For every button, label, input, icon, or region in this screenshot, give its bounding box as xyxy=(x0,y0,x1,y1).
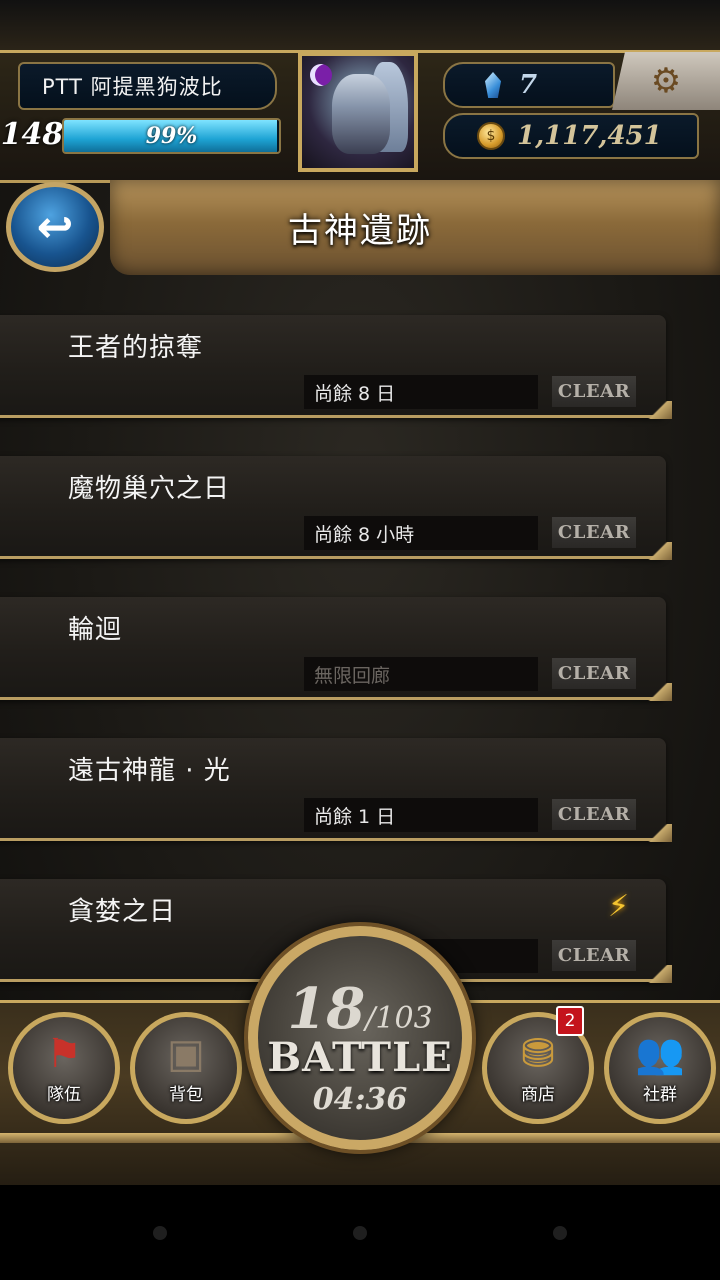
system-recents-dot[interactable] xyxy=(553,1226,567,1240)
stage-name: 遠古神龍 · 光 xyxy=(68,756,231,786)
stage-item[interactable]: 輪迴 無限回廊 CLEAR xyxy=(0,597,672,701)
backpack-icon: ▣ xyxy=(167,1030,205,1077)
gem-count: 7 xyxy=(519,70,538,100)
stage-item[interactable]: 王者的掠奪 尚餘 8 日 CLEAR xyxy=(0,315,672,419)
stage-status-text: 尚餘 1 日 xyxy=(314,805,396,828)
shop-notification-badge: 2 xyxy=(556,1006,584,1036)
page-title: 古神遺跡 xyxy=(288,211,432,251)
stage-item[interactable]: 遠古神龍 · 光 尚餘 1 日 CLEAR xyxy=(0,738,672,842)
moon-icon xyxy=(310,64,332,86)
energy-current: 18 xyxy=(287,976,366,1042)
treasure-chest-icon: ⛃ xyxy=(521,1030,555,1077)
gem-counter[interactable]: 7 xyxy=(443,62,615,108)
energy-timer: 04:36 xyxy=(312,1082,408,1117)
social-label: 社群 xyxy=(643,1084,677,1105)
bag-label: 背包 xyxy=(169,1084,203,1105)
back-arrow-icon: ↩ xyxy=(36,201,74,253)
stage-status-text: 尚餘 8 小時 xyxy=(314,523,415,546)
clear-badge: CLEAR xyxy=(552,658,636,689)
battle-label: BATTLE xyxy=(267,1034,453,1081)
stage-name: 貪婪之日 xyxy=(68,897,177,927)
bag-button[interactable]: ▣ 背包 xyxy=(130,1012,242,1124)
stage-status-text: 尚餘 8 日 xyxy=(314,382,396,405)
system-home-dot[interactable] xyxy=(353,1226,367,1240)
system-back-dot[interactable] xyxy=(153,1226,167,1240)
clear-badge: CLEAR xyxy=(552,940,636,971)
settings-button[interactable]: ⚙ xyxy=(612,52,720,110)
player-name-plate[interactable]: PTT 阿提黑狗波比 xyxy=(18,62,277,110)
coin-counter: $ 1,117,451 xyxy=(443,113,699,159)
people-icon: 👥 xyxy=(635,1030,685,1077)
exp-bar: 99% xyxy=(62,118,281,154)
stage-name: 魔物巢穴之日 xyxy=(68,474,231,504)
team-label: 隊伍 xyxy=(47,1084,81,1105)
stage-status-text: 無限回廊 xyxy=(314,664,391,687)
game-screen: PTT 阿提黑狗波比 148 99% 7 $ 1,117,451 ⚙ 古神遺跡 … xyxy=(0,0,720,1185)
coin-count: 1,117,451 xyxy=(517,121,662,151)
stage-status: 無限回廊 xyxy=(304,657,538,691)
stage-item[interactable]: 魔物巢穴之日 尚餘 8 小時 CLEAR xyxy=(0,456,672,560)
exp-percent: 99% xyxy=(145,123,198,149)
top-ornament xyxy=(0,0,720,53)
stage-name: 輪迴 xyxy=(68,615,123,645)
stage-status: 尚餘 1 日 xyxy=(304,798,538,832)
player-level: 148 xyxy=(0,116,64,152)
stage-status: 尚餘 8 小時 xyxy=(304,516,538,550)
shop-label: 商店 xyxy=(521,1084,555,1105)
portrait-figure xyxy=(332,74,390,154)
player-name: PTT 阿提黑狗波比 xyxy=(42,75,223,99)
battle-button[interactable]: 18/103 BATTLE 04:36 xyxy=(248,926,472,1150)
social-button[interactable]: 👥 社群 xyxy=(604,1012,716,1124)
gear-icon: ⚙ xyxy=(650,61,682,101)
coin-icon: $ xyxy=(477,122,505,150)
battle-energy: 18/103 xyxy=(258,976,462,1042)
stage-name: 王者的掠奪 xyxy=(68,333,204,363)
team-button[interactable]: ⚑ 隊伍 xyxy=(8,1012,120,1124)
clear-badge: CLEAR xyxy=(552,517,636,548)
flag-icon: ⚑ xyxy=(46,1030,82,1077)
lightning-icon: ⚡ xyxy=(608,889,630,924)
stage-status: 尚餘 8 日 xyxy=(304,375,538,409)
back-button[interactable]: ↩ xyxy=(6,182,104,272)
energy-max: /103 xyxy=(365,1001,433,1036)
diamond-icon xyxy=(485,72,501,98)
clear-badge: CLEAR xyxy=(552,376,636,407)
leader-portrait[interactable] xyxy=(298,52,418,172)
clear-badge: CLEAR xyxy=(552,799,636,830)
